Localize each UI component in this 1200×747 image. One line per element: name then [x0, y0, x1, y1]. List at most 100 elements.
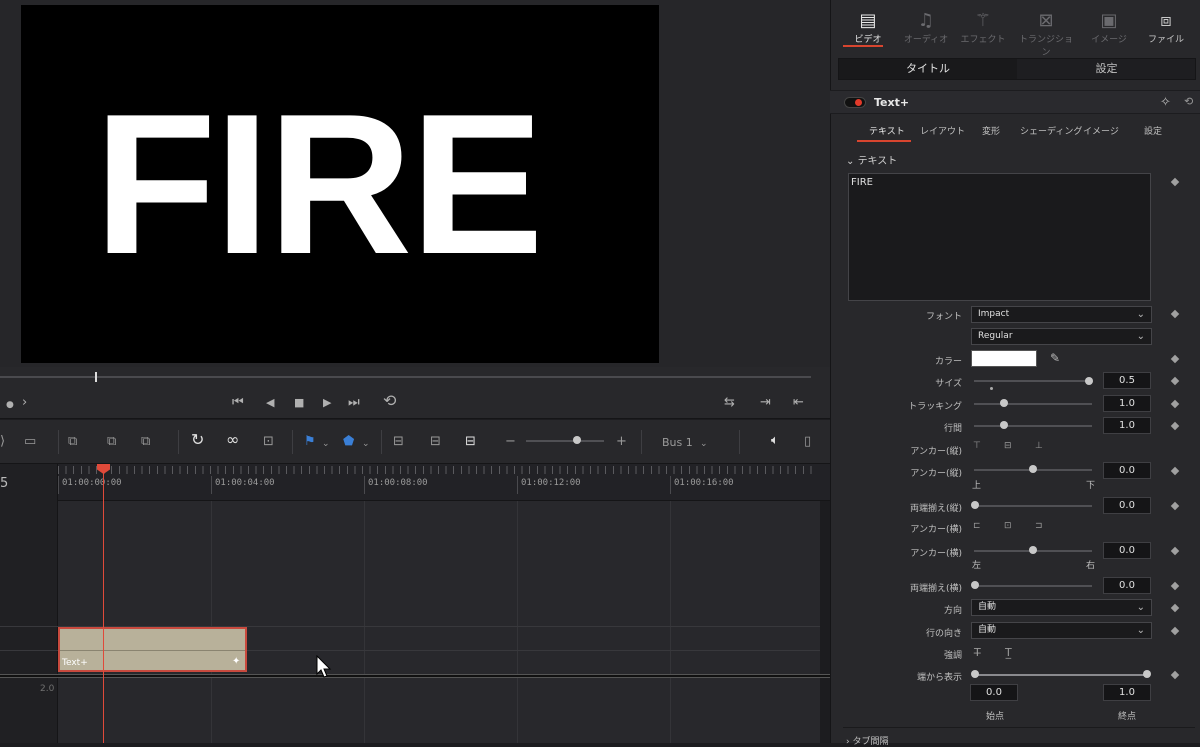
- subtab-settings[interactable]: 設定: [1144, 124, 1162, 137]
- speaker-icon[interactable]: 🔈︎: [771, 433, 779, 449]
- anchor-horizontal-value[interactable]: 0.0: [1103, 542, 1151, 559]
- meter-icon[interactable]: ▯: [804, 434, 811, 450]
- skip-back-button[interactable]: ⏮: [232, 395, 244, 411]
- subtab-image[interactable]: イメージ: [1083, 124, 1119, 137]
- size-value[interactable]: 0.5: [1103, 372, 1151, 389]
- chevron-down-icon[interactable]: ⌄: [700, 436, 708, 452]
- text-input-area[interactable]: [848, 173, 1151, 301]
- trim-tool-icon[interactable]: ⟩: [0, 434, 5, 450]
- write-on-start-value[interactable]: 0.0: [970, 684, 1018, 701]
- write-on-end-value[interactable]: 1.0: [1103, 684, 1151, 701]
- segment-title[interactable]: タイトル: [839, 59, 1017, 79]
- write-on-range-slider[interactable]: [974, 674, 1150, 676]
- section-header-tab-spacing[interactable]: › タブ間隔: [846, 734, 888, 747]
- zoom-slider[interactable]: [526, 440, 604, 442]
- justify-vertical-value[interactable]: 0.0: [1103, 497, 1151, 514]
- line-spacing-slider[interactable]: [974, 425, 1092, 427]
- zoom-out-button[interactable]: −: [505, 434, 516, 450]
- video-audio-divider[interactable]: [0, 674, 830, 678]
- chevron-right-icon[interactable]: ›: [22, 395, 27, 411]
- film-icon: ▤: [859, 10, 877, 31]
- line-direction-value: 自動: [978, 625, 997, 635]
- align-bottom-icon[interactable]: ⊥: [1035, 441, 1043, 451]
- justify-horizontal-slider[interactable]: [974, 585, 1092, 587]
- snapping-icon[interactable]: ↻: [191, 432, 204, 448]
- overwrite-clip-icon[interactable]: ⧉: [107, 434, 116, 450]
- color-swatch[interactable]: [971, 350, 1037, 367]
- subtab-transform[interactable]: 変形: [982, 124, 1000, 137]
- underline-icon[interactable]: T̲: [1005, 646, 1012, 659]
- tracking-value[interactable]: 1.0: [1103, 395, 1151, 412]
- magic-wand-icon[interactable]: ✧: [1160, 95, 1171, 110]
- zoom-detail-icon[interactable]: ⊟: [430, 434, 441, 450]
- tab-video[interactable]: ▤ ビデオ: [838, 10, 898, 45]
- play-button[interactable]: ▶: [323, 395, 331, 411]
- tracking-slider-knob[interactable]: [1000, 399, 1008, 407]
- direction-select[interactable]: 自動 ⌄: [971, 599, 1152, 616]
- tab-audio[interactable]: ♫ オーディオ: [896, 10, 956, 45]
- anchor-horizontal-knob[interactable]: [1029, 546, 1037, 554]
- chevron-down-icon[interactable]: ⌄: [362, 436, 370, 452]
- scrubber-handle[interactable]: [95, 372, 97, 382]
- flag-icon[interactable]: ⚑: [304, 434, 316, 450]
- justify-vertical-slider[interactable]: [974, 505, 1092, 507]
- font-style-select[interactable]: Regular ⌄: [971, 328, 1152, 345]
- zoom-in-button[interactable]: +: [616, 434, 627, 450]
- align-left-icon[interactable]: ⊏: [973, 521, 981, 531]
- blade-tool-icon[interactable]: ▭: [24, 434, 36, 450]
- reset-icon[interactable]: ⟲: [1184, 95, 1193, 108]
- strikethrough-icon[interactable]: T̶: [974, 646, 981, 659]
- align-right-icon[interactable]: ⊐: [1035, 521, 1043, 531]
- video-viewer[interactable]: FIRE: [21, 5, 659, 363]
- line-spacing-slider-knob[interactable]: [1000, 421, 1008, 429]
- match-frame-button[interactable]: ⇆: [724, 395, 735, 411]
- tracking-slider[interactable]: [974, 403, 1092, 405]
- insert-clip-icon[interactable]: ⧉: [68, 434, 77, 450]
- tab-transition[interactable]: ⊠ トランジション: [1016, 10, 1076, 58]
- justify-vertical-label: 両端揃え(縦): [909, 504, 962, 514]
- segment-settings[interactable]: 設定: [1018, 59, 1195, 79]
- justify-horizontal-knob[interactable]: [971, 581, 979, 589]
- zoom-full-icon[interactable]: ⊟: [393, 434, 404, 450]
- line-spacing-value[interactable]: 1.0: [1103, 417, 1151, 434]
- size-slider[interactable]: [974, 380, 1092, 382]
- justify-vertical-knob[interactable]: [971, 501, 979, 509]
- loop-button[interactable]: ⟲: [383, 393, 396, 409]
- font-select[interactable]: Impact ⌄: [971, 306, 1152, 323]
- tab-file[interactable]: ⧈ ファイル: [1136, 10, 1196, 45]
- zoom-slider-knob[interactable]: [573, 436, 581, 444]
- skip-forward-button[interactable]: ⏭: [348, 395, 360, 411]
- subtab-layout[interactable]: レイアウト: [920, 124, 965, 137]
- tab-effects[interactable]: ⚚ エフェクト: [953, 10, 1013, 45]
- align-center-icon[interactable]: ⊡: [1004, 521, 1012, 531]
- next-edit-button[interactable]: ⇥: [760, 395, 771, 411]
- section-header-text[interactable]: ⌄ テキスト: [846, 152, 897, 167]
- justify-horizontal-value[interactable]: 0.0: [1103, 577, 1151, 594]
- marker-dot-icon[interactable]: ●: [6, 397, 14, 413]
- playhead-line[interactable]: [103, 470, 104, 743]
- bus-select[interactable]: Bus 1: [662, 435, 693, 451]
- zoom-custom-icon[interactable]: ⊟: [465, 434, 476, 450]
- play-reverse-button[interactable]: ◀: [266, 395, 274, 411]
- lock-icon[interactable]: ⊡: [263, 434, 274, 450]
- line-direction-select[interactable]: 自動 ⌄: [971, 622, 1152, 639]
- link-icon[interactable]: ∞: [226, 432, 239, 448]
- timeline-tracks[interactable]: [0, 501, 820, 743]
- scrubber-track[interactable]: [0, 376, 811, 378]
- align-top-icon[interactable]: ⊤: [973, 441, 981, 451]
- size-slider-knob[interactable]: [1085, 377, 1093, 385]
- marker-icon[interactable]: ⬟: [343, 434, 354, 450]
- subtab-text[interactable]: テキスト: [869, 124, 905, 137]
- anchor-vertical-value[interactable]: 0.0: [1103, 462, 1151, 479]
- tab-image[interactable]: ▣ イメージ: [1079, 10, 1139, 45]
- replace-clip-icon[interactable]: ⧉: [141, 434, 150, 450]
- align-middle-icon[interactable]: ⊟: [1004, 441, 1012, 451]
- chevron-down-icon[interactable]: ⌄: [322, 436, 330, 452]
- prev-edit-button[interactable]: ⇤: [793, 395, 804, 411]
- write-on-start-knob[interactable]: [971, 670, 979, 678]
- eyedropper-icon[interactable]: ✎: [1050, 351, 1060, 365]
- subtab-shading[interactable]: シェーディング: [1020, 124, 1082, 137]
- write-on-end-knob[interactable]: [1143, 670, 1151, 678]
- anchor-vertical-knob[interactable]: [1029, 465, 1037, 473]
- stop-button[interactable]: ■: [294, 395, 304, 411]
